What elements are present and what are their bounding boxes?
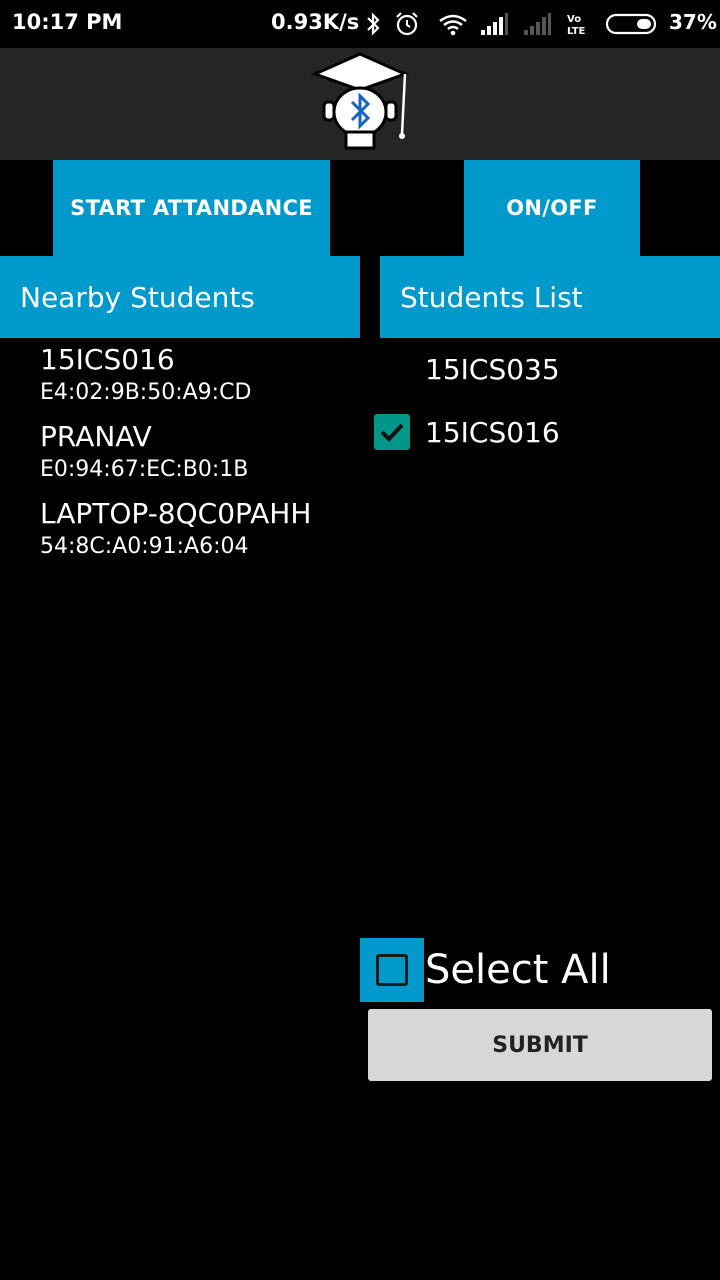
list-item[interactable]: LAPTOP-8QC0PAHH 54:8C:A0:91:A6:04 xyxy=(40,496,360,573)
device-name: LAPTOP-8QC0PAHH xyxy=(40,497,312,530)
volte-icon: Vo LTE xyxy=(562,10,596,38)
start-attendance-button[interactable]: START ATTANDANCE xyxy=(53,160,330,256)
battery-icon xyxy=(604,10,660,38)
device-mac: E4:02:9B:50:A9:CD xyxy=(40,380,252,405)
signal-icon xyxy=(478,10,510,38)
alarm-icon xyxy=(393,10,421,38)
status-time: 10:17 PM xyxy=(12,10,123,34)
network-speed: 0.93K/s xyxy=(271,10,360,34)
students-list-header: Students List xyxy=(380,256,720,338)
student-label: 15ICS016 xyxy=(425,415,560,449)
signal-weak-icon xyxy=(520,10,554,38)
nearby-students-header: Nearby Students xyxy=(0,256,360,338)
student-row[interactable]: 15ICS016 xyxy=(370,402,720,462)
nearby-devices-list: 15ICS016 E4:02:9B:50:A9:CD PRANAV E0:94:… xyxy=(40,342,360,573)
list-item[interactable]: PRANAV E0:94:67:EC:B0:1B xyxy=(40,419,360,496)
student-checkbox[interactable] xyxy=(374,351,410,387)
device-mac: E0:94:67:EC:B0:1B xyxy=(40,457,249,482)
device-name: PRANAV xyxy=(40,420,152,453)
students-list-title: Students List xyxy=(400,280,583,314)
device-mac: 54:8C:A0:91:A6:04 xyxy=(40,534,249,559)
bluetooth-icon xyxy=(362,10,384,38)
submit-button[interactable]: SUBMIT xyxy=(368,1009,712,1081)
app-logo xyxy=(310,52,410,154)
on-off-button[interactable]: ON/OFF xyxy=(464,160,640,256)
student-row[interactable]: 15ICS035 xyxy=(370,339,720,399)
select-all-checkbox[interactable] xyxy=(360,938,424,1002)
list-item[interactable]: 15ICS016 E4:02:9B:50:A9:CD xyxy=(40,342,360,419)
student-label: 15ICS035 xyxy=(425,352,560,386)
svg-text:Vo: Vo xyxy=(567,14,581,25)
checkmark-icon xyxy=(380,423,404,442)
nearby-students-title: Nearby Students xyxy=(20,280,255,314)
svg-text:LTE: LTE xyxy=(567,26,586,37)
device-name: 15ICS016 xyxy=(40,343,175,376)
select-all-label[interactable]: Select All xyxy=(425,944,611,996)
checkbox-square-icon xyxy=(376,954,408,986)
battery-percentage: 37% xyxy=(669,10,717,34)
student-checkbox[interactable] xyxy=(374,414,410,450)
wifi-icon xyxy=(436,10,470,38)
